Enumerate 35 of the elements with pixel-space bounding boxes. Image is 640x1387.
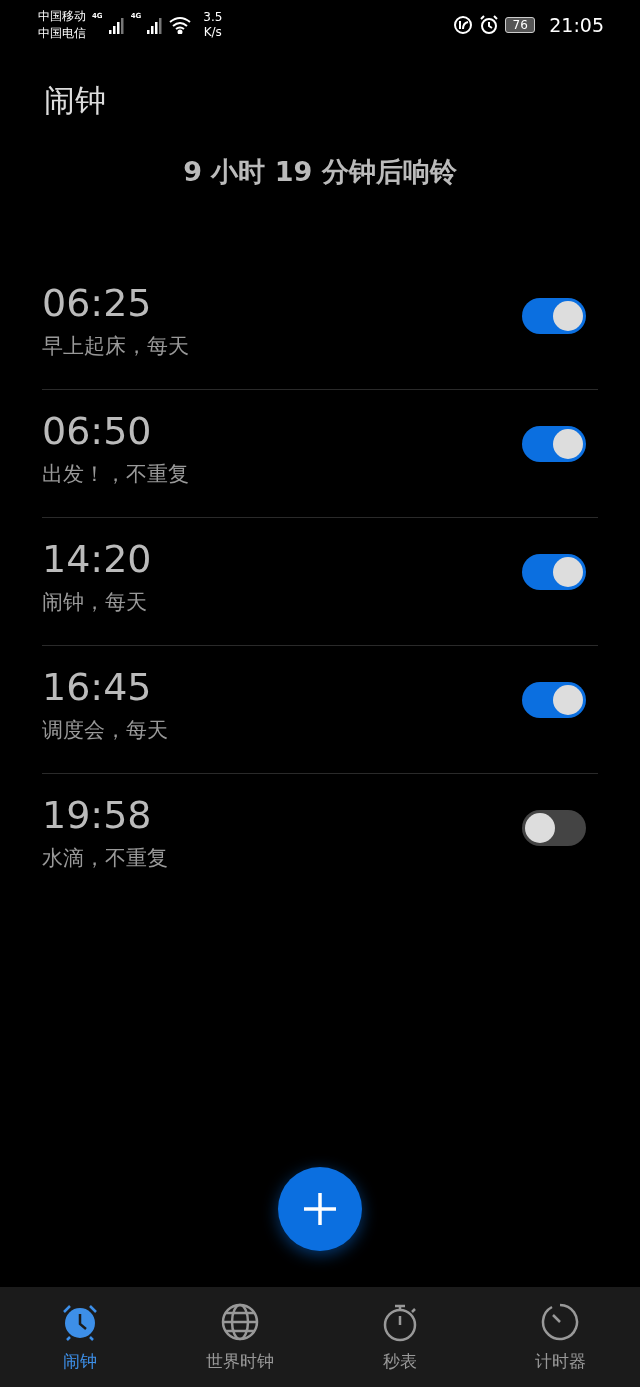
alarm-switch[interactable]	[522, 425, 586, 462]
nav-tab[interactable]: 世界时钟	[160, 1287, 320, 1387]
add-alarm-button[interactable]	[278, 1167, 362, 1251]
globe-icon	[220, 1301, 260, 1342]
timer-icon	[540, 1301, 580, 1342]
alarm-switch[interactable]	[522, 553, 586, 590]
battery-level: 76	[505, 17, 536, 33]
alarm-time: 16:45	[42, 663, 152, 710]
carrier-name: 中国电信	[38, 25, 86, 42]
plus-icon	[302, 1191, 338, 1227]
alarm-time: 14:20	[42, 535, 152, 582]
nav-tab[interactable]: 计时器	[480, 1287, 640, 1387]
alarm-time: 06:50	[42, 407, 152, 454]
alarm-label: 闹钟，每天	[42, 588, 147, 616]
alarm-switch[interactable]	[522, 810, 586, 846]
alarm-label: 调度会，每天	[42, 716, 168, 744]
alarm-clock-icon	[479, 15, 500, 35]
wifi-icon	[169, 16, 192, 34]
nav-tab[interactable]: 闹钟	[0, 1287, 160, 1387]
alarm-switch[interactable]	[522, 297, 586, 334]
page-title: 闹钟	[44, 81, 107, 120]
nav-tab[interactable]: 秒表	[320, 1287, 480, 1387]
alarm-time: 06:25	[42, 279, 152, 326]
carrier-name: 中国移动	[38, 8, 86, 25]
alarm-switch[interactable]	[522, 681, 586, 718]
alarm-label: 出发！，不重复	[42, 460, 189, 488]
alarm-time: 19:58	[42, 792, 152, 838]
alarm-label: 早上起床，每天	[42, 332, 189, 360]
status-time: 21:05	[549, 14, 604, 36]
signal-icon	[108, 16, 125, 34]
signal-icon	[147, 16, 164, 34]
network-speed: K/s	[203, 25, 222, 40]
alarm-label: 水滴，不重复	[42, 845, 168, 872]
next-alarm-text: 9 小时 19 分钟后响铃	[182, 155, 458, 189]
network-speed: 3.5	[203, 10, 223, 25]
